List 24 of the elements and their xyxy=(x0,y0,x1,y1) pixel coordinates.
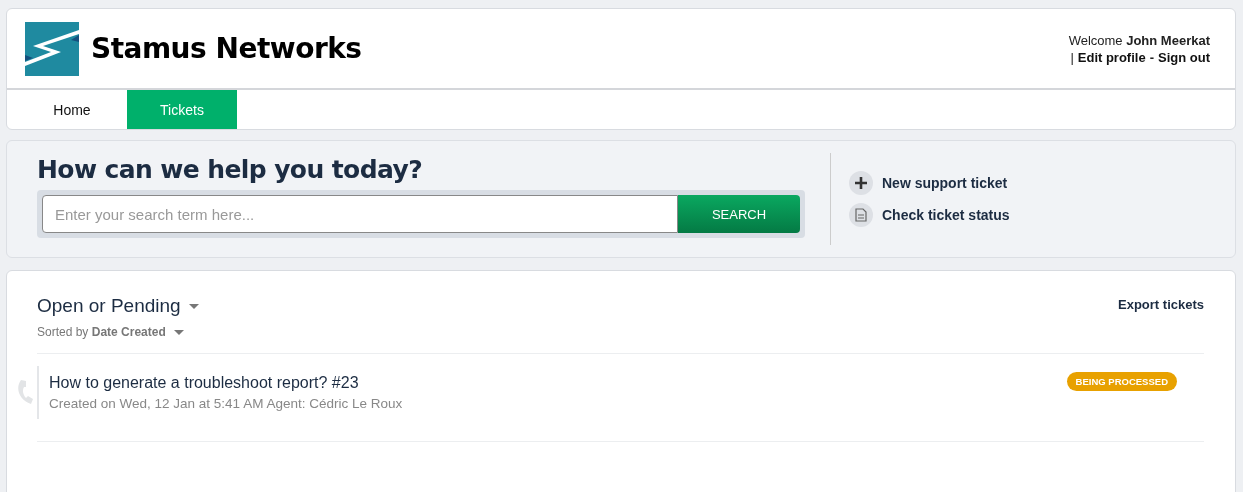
welcome-text: Welcome John Meerkat xyxy=(1068,32,1210,48)
ticket-meta: Created on Wed, 12 Jan at 5:41 AM Agent: Cédric Le Roux xyxy=(49,396,403,411)
separator-text: - xyxy=(1149,49,1154,65)
export-tickets-link[interactable]: Export tickets xyxy=(1118,297,1204,312)
new-ticket-link[interactable]: New support ticket xyxy=(849,171,1010,195)
ticket-title[interactable]: How to generate a troubleshoot report? #23 xyxy=(49,374,403,392)
phone-icon xyxy=(17,378,35,406)
caret-icon xyxy=(188,303,199,309)
logo-icon xyxy=(25,21,79,76)
sort-dropdown[interactable]: Sorted by Date Created xyxy=(37,325,184,339)
search-field[interactable]: Enter your search term here... xyxy=(42,195,678,233)
status-badge: BEING PROCESSED xyxy=(1066,372,1177,391)
filter-dropdown[interactable]: Open or Pending xyxy=(37,295,199,317)
ticket-status-link[interactable]: Check ticket status xyxy=(849,203,1010,227)
search-button[interactable]: SEARCH xyxy=(678,195,800,233)
document-icon xyxy=(849,203,873,227)
nav-tab[interactable]: Home xyxy=(17,90,127,129)
brand-name: Stamus Networks xyxy=(91,32,362,65)
caret-icon xyxy=(173,329,184,335)
edit-profile-link[interactable]: Edit profile xyxy=(1077,49,1146,65)
plus-icon xyxy=(849,171,873,195)
separator-text: | xyxy=(1070,49,1074,65)
sign-out-link[interactable]: Sign out xyxy=(1158,49,1210,65)
help-title: How can we help you today? xyxy=(37,155,424,184)
